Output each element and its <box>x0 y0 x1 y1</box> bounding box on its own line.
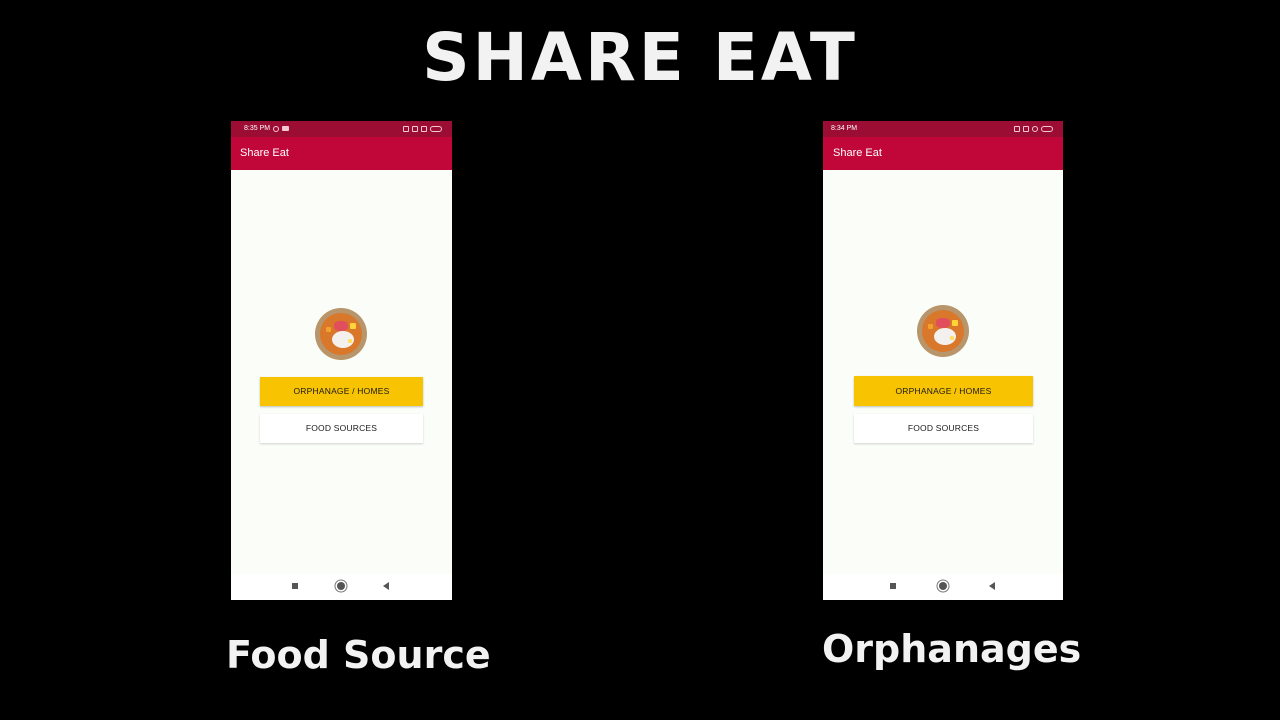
status-bar: 8:34 PM <box>823 121 1063 137</box>
battery-icon <box>1041 126 1053 132</box>
phone-screen-food-source: 8:35 PM Share Eat ORPHANAGE / HOMES FOOD… <box>231 121 452 600</box>
status-system-icons <box>403 126 442 132</box>
recents-square-icon[interactable] <box>292 583 298 589</box>
orphanage-homes-button[interactable]: ORPHANAGE / HOMES <box>854 376 1033 406</box>
slide: SHARE EAT 8:35 PM Share Eat ORPHANAGE / … <box>0 0 1280 720</box>
signal-icon <box>421 126 427 132</box>
phone-screen-orphanages: 8:34 PM Share Eat ORPHANAGE / HOMES FOOD… <box>823 121 1063 600</box>
home-circle-icon[interactable] <box>337 582 345 590</box>
home-circle-icon[interactable] <box>939 582 947 590</box>
signal-icon <box>412 126 418 132</box>
status-system-icons <box>1014 126 1053 132</box>
recents-square-icon[interactable] <box>890 583 896 589</box>
app-bar-title: Share Eat <box>240 147 289 159</box>
food-bowl-icon <box>315 308 367 360</box>
slide-title: SHARE EAT <box>422 19 858 96</box>
navigation-bar <box>231 574 452 600</box>
caption-orphanages: Orphanages <box>822 627 1082 671</box>
alarm-icon <box>273 126 279 132</box>
status-bar: 8:35 PM <box>231 121 452 137</box>
battery-icon <box>430 126 442 132</box>
sim-icon <box>403 126 409 132</box>
status-time: 8:35 PM <box>244 125 271 132</box>
food-sources-button[interactable]: FOOD SOURCES <box>260 414 423 443</box>
food-bowl-icon <box>917 305 969 357</box>
video-camera-icon <box>282 126 289 131</box>
back-triangle-icon[interactable] <box>989 582 995 590</box>
status-notification-icons <box>273 126 289 132</box>
sim-icon <box>1014 126 1020 132</box>
caption-food-source: Food Source <box>226 633 491 677</box>
app-bar: Share Eat <box>823 137 1063 170</box>
back-triangle-icon[interactable] <box>383 582 389 590</box>
navigation-bar <box>823 574 1063 600</box>
app-bar-title: Share Eat <box>833 147 882 159</box>
food-sources-button[interactable]: FOOD SOURCES <box>854 414 1033 443</box>
orphanage-homes-button[interactable]: ORPHANAGE / HOMES <box>260 377 423 406</box>
wifi-icon <box>1032 126 1038 132</box>
status-time: 8:34 PM <box>831 125 858 132</box>
signal-icon <box>1023 126 1029 132</box>
app-bar: Share Eat <box>231 137 452 170</box>
